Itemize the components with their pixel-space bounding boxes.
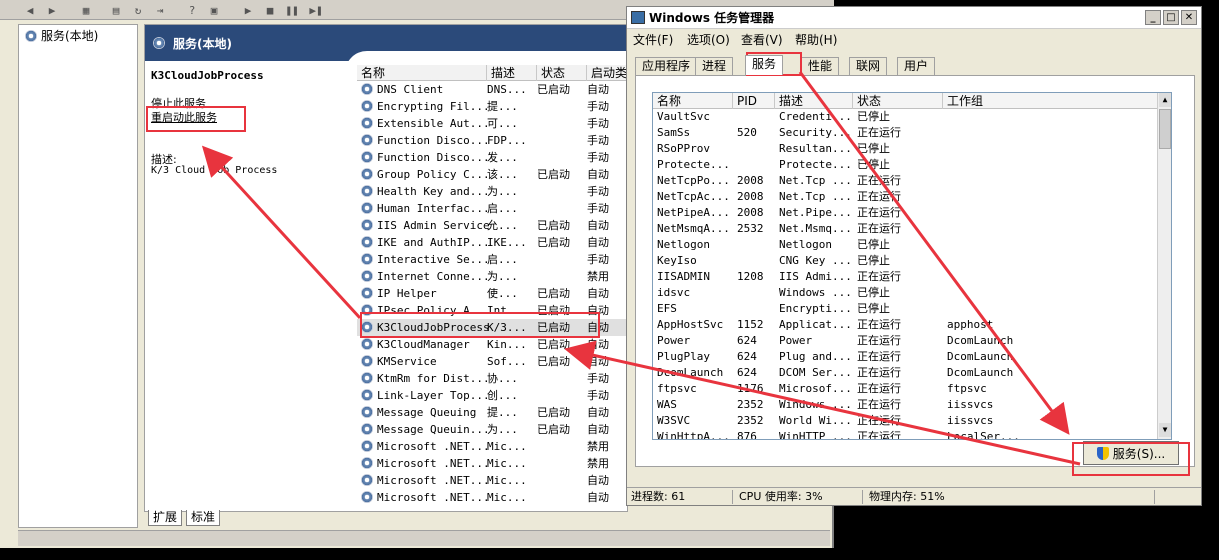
arrow-to-restart-link xyxy=(201,145,362,320)
arrow-to-service-row xyxy=(564,340,1081,466)
tab-services[interactable]: 服务 xyxy=(745,55,784,75)
annotation-arrows xyxy=(201,71,1081,466)
arrow-to-services-button xyxy=(798,71,1070,435)
